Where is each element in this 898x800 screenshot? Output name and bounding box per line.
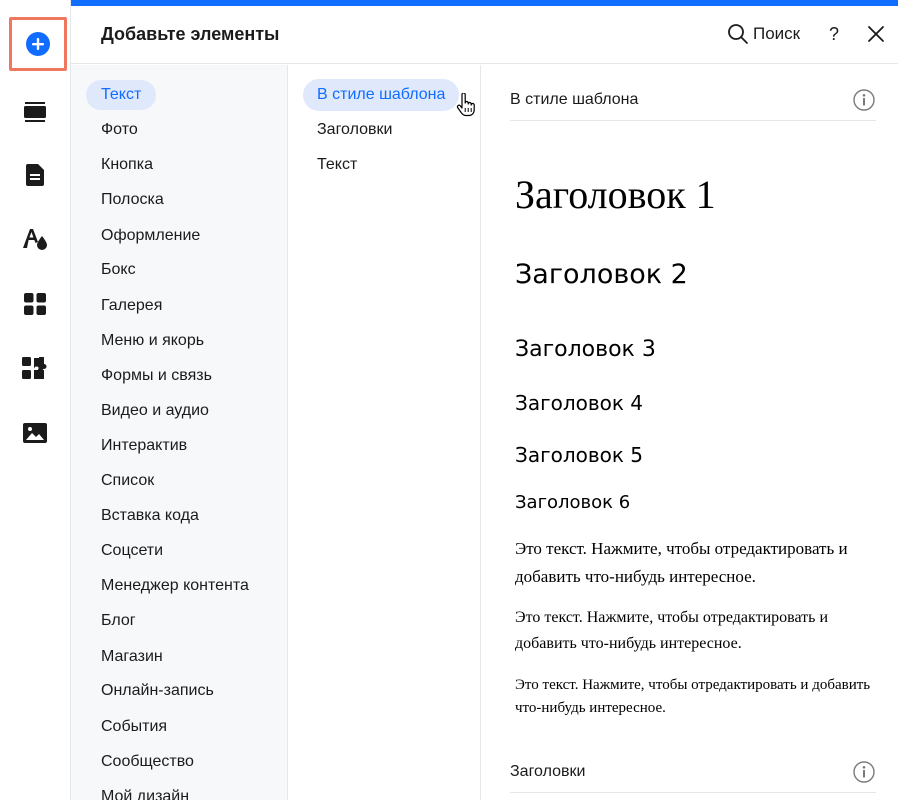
subcategory-text[interactable]: Текст [303, 149, 371, 181]
category-menu-anchor[interactable]: Меню и якорь [86, 326, 219, 356]
section-header-themed: В стиле шаблона [510, 81, 876, 121]
close-button[interactable] [865, 23, 887, 45]
subcategory-list: В стиле шаблона Заголовки Текст [288, 65, 481, 800]
pages-button[interactable] [11, 151, 59, 199]
hand-pointer-icon [456, 93, 475, 117]
add-elements-panel: Добавьте элементы Поиск ? Текст Фото Кно… [71, 0, 898, 800]
heading-5-preset[interactable]: Заголовок 5 [515, 443, 643, 467]
heading-2-preset[interactable]: Заголовок 2 [515, 259, 688, 290]
search-button[interactable]: Поиск [727, 20, 800, 48]
help-button[interactable]: ? [829, 20, 847, 48]
heading-1-preset[interactable]: Заголовок 1 [515, 171, 716, 218]
paragraph-3-preset[interactable]: Это текст. Нажмите, чтобы отредактироват… [515, 674, 885, 720]
subcategory-themed[interactable]: В стиле шаблона [303, 79, 460, 111]
search-icon [728, 24, 748, 44]
category-events[interactable]: События [86, 712, 182, 742]
category-blog[interactable]: Блог [86, 606, 151, 636]
category-box[interactable]: Бокс [86, 255, 151, 285]
close-icon [868, 26, 884, 42]
paragraph-1-preset[interactable]: Это текст. Нажмите, чтобы отредактироват… [515, 535, 885, 591]
media-button[interactable] [11, 409, 59, 457]
paragraph-2-preset[interactable]: Это текст. Нажмите, чтобы отредактироват… [515, 605, 885, 657]
sections-button[interactable] [11, 88, 59, 136]
panel-title: Добавьте элементы [101, 24, 280, 44]
app-market-button[interactable] [11, 280, 59, 328]
category-interactive[interactable]: Интерактив [86, 431, 202, 461]
category-list[interactable]: Список [86, 466, 169, 496]
apps-icon [24, 293, 46, 315]
subcategory-headings[interactable]: Заголовки [303, 114, 406, 146]
category-text[interactable]: Текст [86, 80, 157, 110]
category-strip[interactable]: Полоска [86, 185, 179, 215]
design-icon [23, 229, 47, 250]
info-icon[interactable] [852, 760, 876, 784]
heading-6-preset[interactable]: Заголовок 6 [515, 492, 630, 513]
category-photo[interactable]: Фото [86, 115, 153, 145]
category-button[interactable]: Кнопка [86, 150, 168, 180]
category-forms[interactable]: Формы и связь [86, 361, 227, 391]
category-video-audio[interactable]: Видео и аудио [86, 396, 224, 426]
category-bookings[interactable]: Онлайн-запись [86, 676, 229, 706]
category-my-designs[interactable]: Мой дизайн [86, 782, 204, 800]
category-list: Текст Фото Кнопка Полоска Оформление Бок… [71, 65, 288, 800]
info-icon[interactable] [852, 88, 876, 112]
pages-icon [26, 164, 44, 186]
section-title: Заголовки [510, 763, 586, 780]
category-social[interactable]: Соцсети [86, 536, 178, 566]
category-decorative[interactable]: Оформление [86, 221, 215, 251]
section-title: В стиле шаблона [510, 91, 639, 108]
heading-3-preset[interactable]: Заголовок 3 [515, 337, 656, 362]
sections-icon [24, 102, 46, 122]
business-tools-button[interactable] [11, 345, 59, 393]
add-icon [26, 32, 50, 56]
site-design-button[interactable] [11, 215, 59, 263]
heading-4-preset[interactable]: Заголовок 4 [515, 391, 643, 415]
add-elements-button[interactable] [9, 17, 67, 71]
category-cms[interactable]: Менеджер контента [86, 571, 264, 601]
panel-header: Добавьте элементы Поиск ? [71, 6, 898, 64]
category-embed-code[interactable]: Вставка кода [86, 501, 214, 531]
puzzle-icon [22, 357, 47, 379]
left-toolbar [0, 0, 71, 800]
media-icon [23, 423, 47, 443]
category-store[interactable]: Магазин [86, 642, 178, 672]
section-header-headings: Заголовки [510, 753, 876, 793]
preview-area: В стиле шаблона Заголовок 1 Заголовок 2 … [481, 65, 898, 800]
search-label: Поиск [753, 24, 801, 43]
category-gallery[interactable]: Галерея [86, 291, 177, 321]
category-community[interactable]: Сообщество [86, 747, 209, 777]
add-elements-app: Добавьте элементы Поиск ? Текст Фото Кно… [0, 0, 898, 800]
